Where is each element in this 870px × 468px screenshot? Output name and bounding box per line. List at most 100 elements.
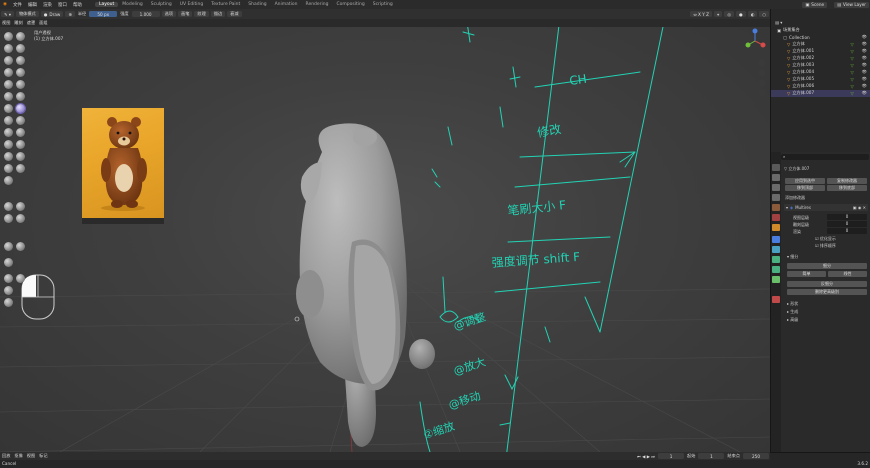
3d-viewport[interactable]: 用户透视 (1) 立方体.007 ⌕ 搜索 <box>0 27 770 452</box>
object-tab-icon[interactable] <box>772 224 780 231</box>
current-frame-field[interactable]: 1 <box>658 453 685 459</box>
visibility-eye-icon[interactable]: 👁 <box>862 34 870 40</box>
tool-tab-icon[interactable] <box>772 164 780 171</box>
tool-mesh-filter-icon[interactable] <box>4 242 13 251</box>
brush-add-button[interactable]: ⊕ <box>65 11 75 17</box>
constraints-tab-icon[interactable] <box>772 266 780 273</box>
tool-rotate-transform-icon[interactable] <box>16 274 25 283</box>
menu-window[interactable]: 窗口 <box>55 2 70 8</box>
outliner-object-row[interactable]: ▽ 立方体.003 ▽ 👁 <box>771 62 870 69</box>
outliner-scene-collection[interactable]: ▣ 场景集合 <box>771 27 870 34</box>
shading-solid-button[interactable]: ● <box>736 11 746 17</box>
delete-higher-button[interactable]: 删除更高级别 <box>787 289 867 295</box>
move-top-button[interactable]: 移到顶部 <box>785 185 825 191</box>
zoom-icon[interactable] <box>758 59 766 67</box>
render-levels-field[interactable]: 0 <box>827 228 867 234</box>
tool-box-face-set-icon[interactable] <box>16 214 25 223</box>
workspace-tab-animation[interactable]: Animation <box>271 2 302 7</box>
visibility-eye-icon[interactable]: 👁 <box>862 41 870 47</box>
tool-elastic-deform-icon[interactable] <box>16 116 25 125</box>
tool-move-icon[interactable] <box>4 274 13 283</box>
outliner-collection-row[interactable]: ▢ Collection 👁 <box>771 34 870 41</box>
gizmo-x-axis-icon[interactable] <box>760 42 766 48</box>
subbar-menu-mask[interactable]: 遮罩 <box>25 20 37 26</box>
shading-rendered-button[interactable]: ○ <box>759 11 769 17</box>
header-menu-1[interactable]: 画笔 <box>178 11 193 17</box>
tool-box-hide-icon[interactable] <box>4 214 13 223</box>
outliner-object-row[interactable]: ▽ 立方体.006 ▽ 👁 <box>771 83 870 90</box>
tool-pose-icon[interactable] <box>4 140 13 149</box>
tool-smooth-icon[interactable] <box>4 80 13 89</box>
timeline-menu-view[interactable]: 视图 <box>25 453 37 459</box>
timeline-menu-marker[interactable]: 标记 <box>37 453 49 459</box>
tool-rotate-icon[interactable] <box>4 152 13 161</box>
visibility-eye-icon[interactable]: 👁 <box>862 48 870 54</box>
tool-nudge-icon[interactable] <box>16 140 25 149</box>
scene-tab-icon[interactable] <box>772 204 780 211</box>
render-tab-icon[interactable] <box>772 174 780 181</box>
particles-tab-icon[interactable] <box>772 246 780 253</box>
header-menu-3[interactable]: 描边 <box>210 11 226 17</box>
timeline-menu-playback[interactable]: 回放 <box>0 453 12 459</box>
visibility-eye-icon[interactable]: 👁 <box>862 76 870 82</box>
apply-selected-button[interactable]: 应用到选中 <box>785 178 825 184</box>
section-advanced[interactable]: ▸ 高级 <box>787 317 798 323</box>
workspace-tab-shading[interactable]: Shading <box>244 2 270 7</box>
mode-selector[interactable]: 物体模式 <box>15 11 39 17</box>
overlay-button[interactable]: ◎ <box>724 11 735 17</box>
tool-edit-face-set-icon[interactable] <box>4 258 13 267</box>
tool-cloth-filter-icon[interactable] <box>16 242 25 251</box>
tool-draw-sharp-icon[interactable] <box>16 32 25 41</box>
subbar-menu-sculpt[interactable]: 雕刻 <box>12 20 24 26</box>
workspace-tab-compositing[interactable]: Compositing <box>333 2 369 7</box>
header-menu-0[interactable]: 选项 <box>161 11 176 17</box>
visibility-eye-icon[interactable]: 👁 <box>862 83 870 89</box>
tool-scale-icon[interactable] <box>4 286 13 295</box>
add-modifier-header[interactable]: 添加修改器 <box>785 195 805 201</box>
tool-boundary-icon[interactable] <box>4 164 13 173</box>
tool-clay-strips-icon[interactable] <box>16 44 25 53</box>
tool-slide-relax-icon[interactable] <box>16 152 25 161</box>
linear-button[interactable]: 线性 <box>828 271 867 277</box>
radius-field[interactable]: 50 px <box>89 11 118 17</box>
outliner-object-row[interactable]: ▽ 立方体 ▽ 👁 <box>771 41 870 48</box>
sort-order-checkbox[interactable]: ☑ 排序顺序 <box>815 243 836 249</box>
workspace-tab-uv-editing[interactable]: UV Editing <box>176 2 207 7</box>
workspace-tab-scripting[interactable]: Scripting <box>369 2 397 7</box>
navigation-gizmo[interactable] <box>740 27 770 117</box>
outliner-object-row[interactable]: ▽ 立方体.007 ▽ 👁 <box>771 90 870 97</box>
camera-view-icon[interactable] <box>758 79 766 87</box>
tool-grab-icon[interactable] <box>4 116 13 125</box>
header-menu-2[interactable]: 纹理 <box>194 11 209 17</box>
tool-multiplane-scrape-icon[interactable] <box>4 104 13 113</box>
multires-modifier-header[interactable]: ▾ ◈ Multires ▣ ◉ ✕ <box>784 204 868 211</box>
viewport-levels-field[interactable]: 0 <box>827 214 867 220</box>
sculpt-levels-field[interactable]: 0 <box>827 221 867 227</box>
copy-modifier-button[interactable]: 复制修改器 <box>827 178 867 184</box>
tool-scrape-icon[interactable] <box>16 92 25 101</box>
subdivide-button[interactable]: 细分 <box>787 263 867 269</box>
outliner-search-row[interactable]: ▤ ▾ <box>771 19 870 26</box>
tool-inflate-icon[interactable] <box>16 56 25 65</box>
tool-simplify-icon[interactable] <box>4 176 13 185</box>
modifier-toggle-icons[interactable]: ▣ ◉ ✕ <box>853 205 868 210</box>
timeline-menu-keying[interactable]: 抠像 <box>12 453 24 459</box>
blender-logo-icon[interactable]: ◉ <box>0 2 10 7</box>
menu-help[interactable]: 帮助 <box>70 2 85 8</box>
subbar-menu-faceset[interactable]: 面组 <box>37 20 49 26</box>
gizmo-y-axis-icon[interactable] <box>745 42 751 48</box>
visibility-eye-icon[interactable]: 👁 <box>862 62 870 68</box>
tool-flatten-icon[interactable] <box>16 80 25 89</box>
tool-crease-icon[interactable] <box>16 68 25 77</box>
modifier-tab-icon[interactable] <box>772 236 780 243</box>
tool-blob-icon[interactable] <box>4 68 13 77</box>
menu-edit[interactable]: 编辑 <box>25 2 40 8</box>
simple-button[interactable]: 简单 <box>787 271 826 277</box>
outliner-object-row[interactable]: ▽ 立方体.004 ▽ 👁 <box>771 69 870 76</box>
strength-field[interactable]: 1.000 <box>131 11 160 17</box>
unsubdivide-button[interactable]: 反细分 <box>787 281 867 287</box>
tool-clay-icon[interactable] <box>4 44 13 53</box>
workspace-tab-rendering[interactable]: Rendering <box>302 2 333 7</box>
workspace-tab-layout[interactable]: Layout <box>94 2 119 7</box>
subdivision-section-header[interactable]: ▾ 细分 <box>787 254 798 260</box>
